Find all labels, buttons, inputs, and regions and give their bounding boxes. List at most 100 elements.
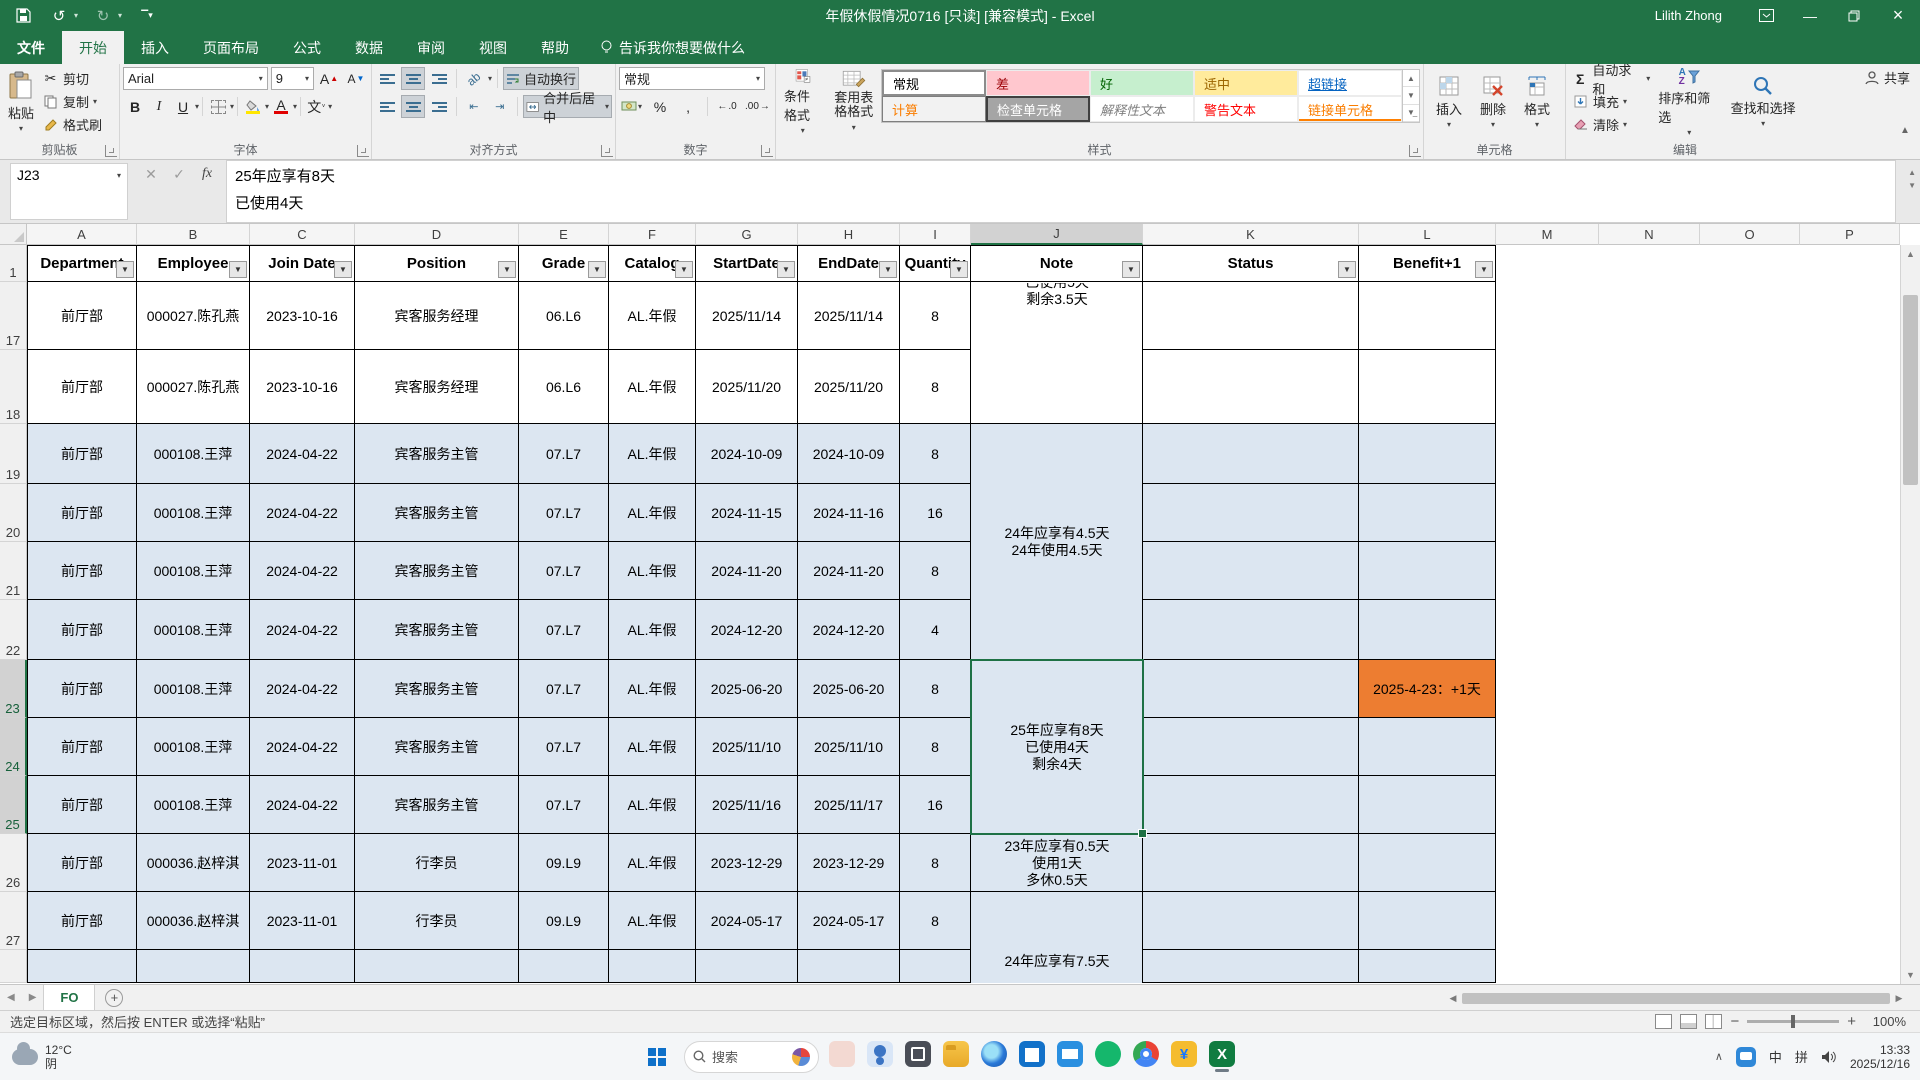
- grid-cell[interactable]: 2025/11/17: [798, 776, 900, 834]
- grid-cell[interactable]: 2024-04-22: [250, 484, 355, 542]
- taskbar-icon-mail[interactable]: [1057, 1041, 1083, 1067]
- autosum-button[interactable]: Σ自动求和▾: [1569, 67, 1653, 90]
- grid-cell[interactable]: [609, 950, 696, 983]
- status-cell[interactable]: [1143, 484, 1359, 542]
- status-cell[interactable]: [1143, 350, 1359, 424]
- grid-cell[interactable]: 06.L6: [519, 350, 609, 424]
- grid-cell[interactable]: 前厅部: [27, 542, 137, 600]
- tray-expand-icon[interactable]: ∧: [1715, 1050, 1723, 1063]
- empty-cell[interactable]: [1599, 245, 1700, 282]
- empty-cell[interactable]: [1599, 718, 1700, 776]
- grid-cell[interactable]: 07.L7: [519, 484, 609, 542]
- merge-center-button[interactable]: 合并后居中▾: [523, 95, 612, 118]
- fill-color-button[interactable]: [241, 95, 265, 118]
- status-cell[interactable]: [1143, 718, 1359, 776]
- grid-cell[interactable]: [798, 950, 900, 983]
- grid-cell[interactable]: 8: [900, 424, 971, 484]
- column-header-L[interactable]: L: [1359, 224, 1496, 245]
- row-header-23[interactable]: 23: [0, 660, 27, 718]
- header-cell-Benefit+1[interactable]: Benefit+1▼: [1359, 245, 1496, 282]
- zoom-slider-thumb[interactable]: [1791, 1015, 1795, 1028]
- taskbar-icon-taskview[interactable]: [905, 1041, 931, 1067]
- filter-button[interactable]: ▼: [229, 261, 247, 278]
- grid-cell[interactable]: 2024-12-20: [696, 600, 798, 660]
- grid-cell[interactable]: 2025/11/16: [696, 776, 798, 834]
- save-icon[interactable]: [12, 5, 34, 27]
- number-format-select[interactable]: 常规▾: [619, 67, 765, 90]
- empty-cell[interactable]: [1599, 660, 1700, 718]
- row-header-26[interactable]: 26: [0, 834, 27, 892]
- bold-button[interactable]: B: [123, 95, 147, 118]
- empty-cell[interactable]: [1496, 350, 1599, 424]
- empty-cell[interactable]: [1599, 834, 1700, 892]
- grid-cell[interactable]: 07.L7: [519, 424, 609, 484]
- note-cell[interactable]: [971, 542, 1143, 600]
- horizontal-scroll-thumb[interactable]: [1462, 993, 1890, 1004]
- collapse-ribbon-icon[interactable]: ▲: [1898, 123, 1912, 137]
- empty-cell[interactable]: [1496, 424, 1599, 484]
- grid-cell[interactable]: [519, 950, 609, 983]
- decrease-decimal-button[interactable]: .00→: [743, 95, 772, 118]
- sort-filter-button[interactable]: AZ 排序和筛选▾: [1653, 67, 1725, 137]
- column-header-N[interactable]: N: [1599, 224, 1700, 245]
- grid-cell[interactable]: 前厅部: [27, 424, 137, 484]
- empty-cell[interactable]: [1599, 892, 1700, 950]
- increase-indent-icon[interactable]: ⇥: [488, 95, 512, 118]
- note-cell[interactable]: [971, 282, 1143, 350]
- grid-cell[interactable]: 2024-04-22: [250, 542, 355, 600]
- empty-cell[interactable]: [1599, 600, 1700, 660]
- column-header-D[interactable]: D: [355, 224, 519, 245]
- empty-cell[interactable]: [1800, 424, 1900, 484]
- empty-cell[interactable]: [1700, 718, 1800, 776]
- align-middle-icon[interactable]: [401, 67, 425, 90]
- grid-cell[interactable]: 前厅部: [27, 350, 137, 424]
- empty-cell[interactable]: [1700, 282, 1800, 350]
- status-cell[interactable]: [1143, 660, 1359, 718]
- empty-cell[interactable]: [1800, 950, 1900, 983]
- grid-cell[interactable]: 000108.王萍: [137, 542, 250, 600]
- grid-cell[interactable]: 8: [900, 350, 971, 424]
- grid-cell[interactable]: 前厅部: [27, 776, 137, 834]
- empty-cell[interactable]: [1599, 542, 1700, 600]
- empty-cell[interactable]: [1496, 245, 1599, 282]
- grid-cell[interactable]: 前厅部: [27, 834, 137, 892]
- grid-cell[interactable]: 2024-04-22: [250, 718, 355, 776]
- formula-input[interactable]: 25年应享有8天 已使用4天: [226, 160, 1896, 223]
- grid-cell[interactable]: 8: [900, 834, 971, 892]
- font-size-select[interactable]: 9▾: [271, 67, 314, 90]
- horizontal-scrollbar[interactable]: ◀ ▶: [1446, 991, 1906, 1005]
- benefit-empty-cell[interactable]: [1359, 600, 1496, 660]
- grid-cell[interactable]: 2023-11-01: [250, 892, 355, 950]
- row-header-28[interactable]: [0, 950, 27, 983]
- grid-cell[interactable]: 8: [900, 282, 971, 350]
- chat-app-icon[interactable]: [1736, 1047, 1756, 1067]
- minimize-button[interactable]: —: [1788, 0, 1832, 31]
- status-cell[interactable]: [1143, 834, 1359, 892]
- name-box[interactable]: J23▾: [10, 163, 128, 220]
- start-button[interactable]: [640, 1040, 674, 1074]
- filter-button[interactable]: ▼: [879, 261, 897, 278]
- column-header-E[interactable]: E: [519, 224, 609, 245]
- tab-文件[interactable]: 文件: [0, 31, 62, 64]
- format-painter-button[interactable]: 格式刷: [39, 113, 105, 136]
- filter-button[interactable]: ▼: [1338, 261, 1356, 278]
- volume-icon[interactable]: [1821, 1050, 1837, 1064]
- cell-style-好[interactable]: 好: [1090, 70, 1194, 96]
- grid-cell[interactable]: 000036.赵梓淇: [137, 834, 250, 892]
- italic-button[interactable]: I: [147, 95, 171, 118]
- status-cell[interactable]: [1143, 892, 1359, 950]
- note-cell[interactable]: [971, 776, 1143, 834]
- vertical-scroll-thumb[interactable]: [1903, 295, 1918, 485]
- benefit-cell[interactable]: 2025-4-23：+1天: [1359, 660, 1496, 718]
- empty-cell[interactable]: [1700, 600, 1800, 660]
- cancel-icon[interactable]: ✕: [138, 166, 164, 183]
- account-user-name[interactable]: Lilith Zhong: [1655, 8, 1722, 23]
- note-cell[interactable]: [971, 892, 1143, 950]
- note-cell[interactable]: [971, 484, 1143, 542]
- column-header-G[interactable]: G: [696, 224, 798, 245]
- status-cell[interactable]: [1143, 282, 1359, 350]
- page-break-view-icon[interactable]: [1705, 1014, 1722, 1029]
- empty-cell[interactable]: [1496, 484, 1599, 542]
- gallery-scrollbar[interactable]: ▲▼▼̲: [1402, 70, 1419, 122]
- empty-cell[interactable]: [1496, 718, 1599, 776]
